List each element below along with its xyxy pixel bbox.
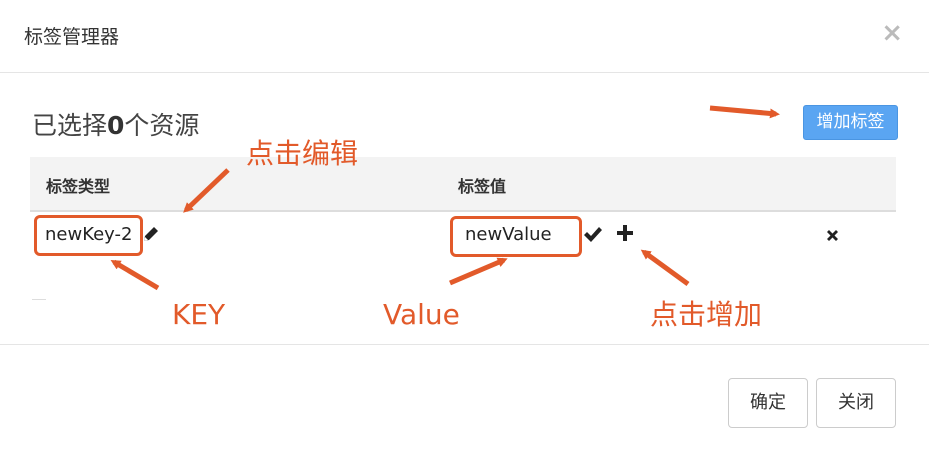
arrow-to-key [110,259,160,291]
arrow-to-plus [640,249,690,287]
arrow-to-add-tag [709,105,780,119]
arrow-to-value [449,257,508,286]
arrow-to-edit [183,168,230,213]
annotation-arrows [110,105,780,291]
